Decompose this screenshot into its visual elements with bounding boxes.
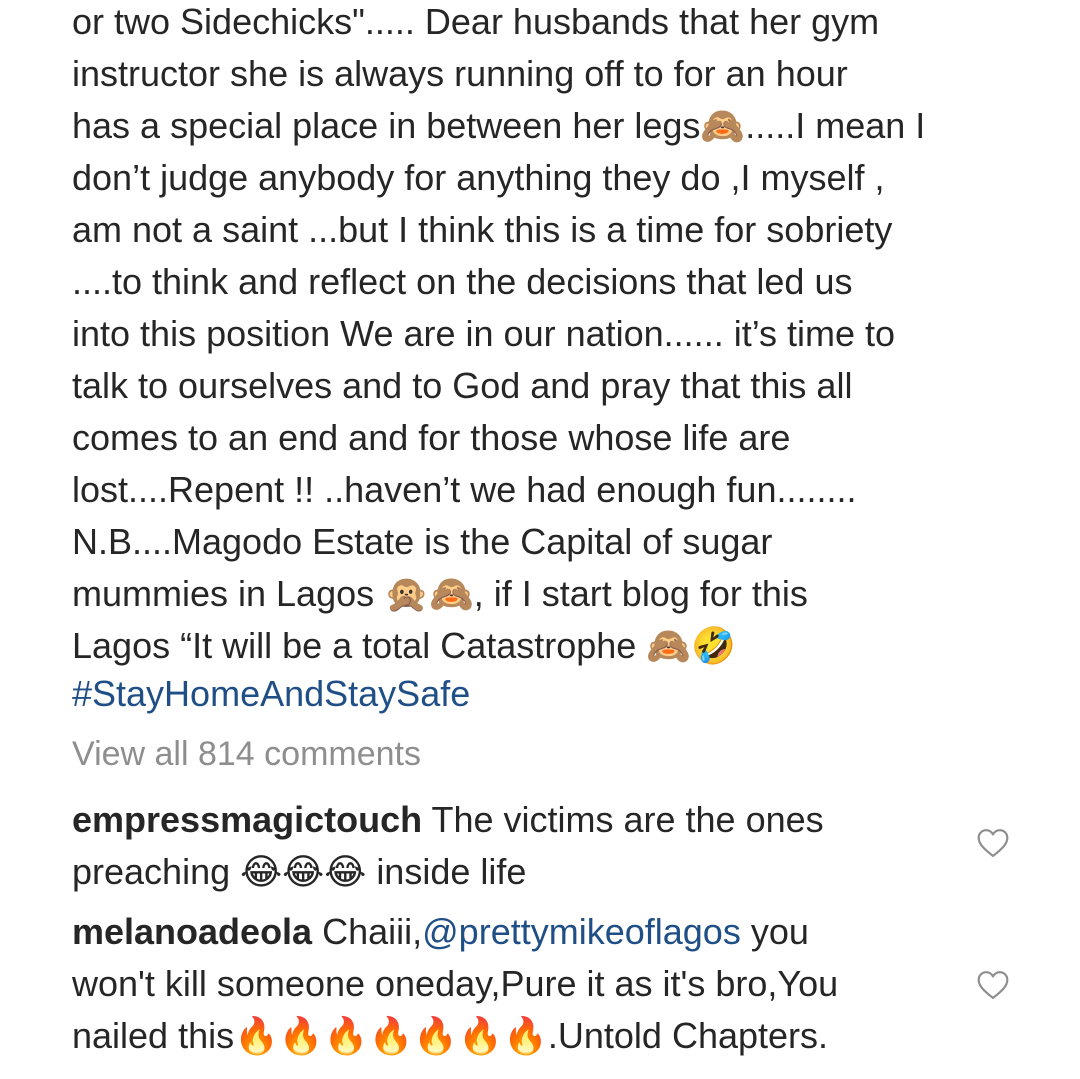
caption-line: comes to an end and for those whose life… xyxy=(72,417,791,458)
caption-line: or two Sidechicks"..... Dear husbands th… xyxy=(72,1,880,42)
caption-line: am not a saint ...but I think this is a … xyxy=(72,209,893,250)
caption-line: lost....Repent !! ..haven’t we had enoug… xyxy=(72,469,857,510)
heart-outline-icon[interactable] xyxy=(976,970,1010,1000)
caption-line: Lagos “It will be a total Catastrophe 🙈🤣 xyxy=(72,625,736,666)
caption-line: instructor she is always running off to … xyxy=(72,53,848,94)
comment-text: you xyxy=(740,911,809,952)
caption-line: talk to ourselves and to God and pray th… xyxy=(72,365,853,406)
comment-line: nailed this🔥🔥🔥🔥🔥🔥🔥.Untold Chapters. xyxy=(72,1015,829,1056)
comment-username[interactable]: empressmagictouch xyxy=(72,799,422,840)
mention-link[interactable]: @prettymikeoflagos xyxy=(422,911,741,952)
comment-item: melanoadeola Chaiii,@prettymikeoflagos y… xyxy=(72,906,962,1062)
comment-text: The victims are the ones xyxy=(422,799,824,840)
caption-line: has a special place in between her legs🙈… xyxy=(72,105,926,146)
caption-line: into this position We are in our nation.… xyxy=(72,313,896,354)
comment-text: Chaiii, xyxy=(312,911,423,952)
comment-line: won't kill someone oneday,Pure it as it'… xyxy=(72,963,839,1004)
caption-line: mummies in Lagos 🙊🙈, if I start blog for… xyxy=(72,573,808,614)
caption-line: ....to think and reflect on the decision… xyxy=(72,261,853,302)
comment-item: empressmagictouch The victims are the on… xyxy=(72,794,962,898)
comment-line: preaching 😂😂😂 inside life xyxy=(72,851,527,892)
heart-outline-icon[interactable] xyxy=(976,828,1010,858)
hashtag-link[interactable]: #StayHomeAndStaySafe xyxy=(72,668,470,720)
comment-username[interactable]: melanoadeola xyxy=(72,911,312,952)
caption-line: don’t judge anybody for anything they do… xyxy=(72,157,885,198)
caption-line: N.B....Magodo Estate is the Capital of s… xyxy=(72,521,773,562)
view-all-comments-link[interactable]: View all 814 comments xyxy=(72,728,421,780)
comment-line: melanoadeola Chaiii,@prettymikeoflagos y… xyxy=(72,906,962,958)
comment-line: empressmagictouch The victims are the on… xyxy=(72,794,962,846)
